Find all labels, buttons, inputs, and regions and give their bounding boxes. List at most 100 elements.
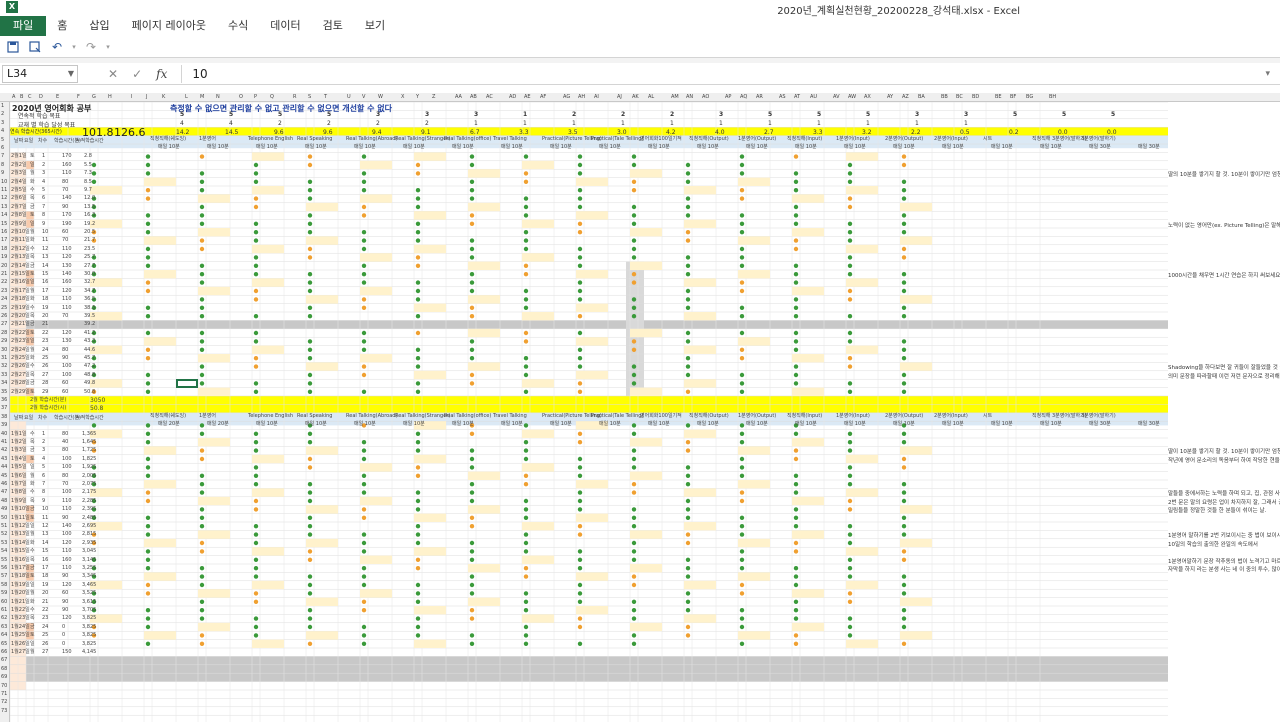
row-header-label[interactable]: 70 [1,683,7,689]
column-header-label[interactable]: BD [972,95,979,100]
column-header-label[interactable]: A [12,95,15,100]
row-header-label[interactable]: 10 [1,179,7,185]
column-header-label[interactable]: Q [270,95,274,100]
tab-page-layout[interactable]: 페이지 레이아웃 [121,16,217,36]
row-header-label[interactable]: 64 [1,633,7,638]
cell-grid[interactable] [10,102,1168,722]
column-header-label[interactable]: AS [779,95,786,100]
column-header-label[interactable]: J [146,95,147,100]
column-header-label[interactable]: AL [648,95,654,100]
row-header-label[interactable]: 71 [1,692,7,697]
chevron-down-icon[interactable]: ▼ [68,66,74,82]
row-header-label[interactable]: 54 [1,549,7,554]
column-header-label[interactable]: AT [794,95,800,100]
row-header-label[interactable]: 3 [1,120,4,126]
row-header-label[interactable]: 21 [1,272,7,277]
column-header-label[interactable]: AU [810,95,817,100]
expand-formula-icon[interactable]: ▾ [1265,69,1270,79]
row-header-label[interactable]: 17 [1,238,7,243]
column-header-label[interactable]: H [108,95,112,100]
tab-home[interactable]: 홈 [46,16,78,36]
column-header-label[interactable]: AO [702,95,709,100]
row-header-label[interactable]: 42 [1,448,7,453]
row-header-label[interactable]: 26 [1,314,7,319]
row-header-label[interactable]: 46 [1,482,7,487]
undo-icon[interactable]: ↶ [48,38,66,56]
row-header-label[interactable]: 6 [1,146,4,151]
save-icon[interactable] [4,38,22,56]
row-header-label[interactable]: 61 [1,608,7,613]
column-header-label[interactable]: BE [995,95,1002,100]
column-header-label[interactable]: AP [725,95,731,100]
row-header-label[interactable]: 43 [1,456,7,462]
row-header-label[interactable]: 56 [1,566,7,571]
column-header-label[interactable]: BC [956,95,963,100]
row-header-label[interactable]: 28 [1,330,7,336]
column-header-label[interactable]: S [308,95,311,100]
column-header-label[interactable]: P [254,95,257,100]
row-header-label[interactable]: 36 [1,398,7,403]
enter-icon[interactable]: ✓ [132,67,142,81]
row-header-label[interactable]: 59 [1,591,7,596]
redo-icon[interactable]: ↷ [82,38,100,56]
column-header-label[interactable]: AY [887,95,893,100]
column-header-label[interactable]: G [92,95,96,100]
column-header-label[interactable]: B [20,95,23,100]
column-header-label[interactable]: AZ [902,95,909,100]
row-header-label[interactable]: 19 [1,255,7,260]
column-header-label[interactable]: AM [671,95,679,100]
column-header-label[interactable]: AH [578,95,585,100]
insert-function-icon[interactable]: fx [156,67,167,81]
tab-insert[interactable]: 삽입 [78,16,120,36]
save-as-icon[interactable] [26,38,44,56]
column-header-label[interactable]: AQ [740,95,747,100]
row-header-label[interactable]: 65 [1,641,7,647]
row-header-label[interactable]: 53 [1,540,7,546]
row-header-label[interactable]: 60 [1,599,7,605]
column-headers[interactable]: A B C D E F G H I J K L M N O P Q R S T U V W X Y Z AA AB AC AD AE AF AG… [0,93,1280,102]
tab-data[interactable]: 데이터 [259,16,311,36]
row-header-label[interactable]: 2 [1,112,4,117]
column-header-label[interactable]: BF [1010,95,1016,100]
row-header-label[interactable]: 32 [1,364,7,369]
row-header-label[interactable]: 68 [1,666,7,672]
tab-review[interactable]: 검토 [312,16,354,36]
row-header-label[interactable]: 14 [1,213,7,218]
column-header-label[interactable]: C [28,95,32,100]
column-header-label[interactable]: U [347,95,351,100]
row-headers[interactable]: 1 2 3 4 5 6 7 8 9 10 11 12 13 14 15 16 17 18 19 20 21 22 23 24 2… [0,102,10,722]
worksheet[interactable]: A B C D E F G H I J K L M N O P Q R S T U V W X Y Z AA AB AC AD AE AF AG… [0,93,1280,722]
row-header-label[interactable]: 27 [1,322,7,327]
row-header-label[interactable]: 67 [1,658,7,663]
row-header-label[interactable]: 52 [1,532,7,537]
row-header-label[interactable]: 31 [1,356,7,361]
column-header-label[interactable]: I [131,95,132,100]
column-header-label[interactable]: BH [1049,95,1056,100]
selected-cell[interactable] [176,379,198,388]
row-header-label[interactable]: 66 [1,650,7,655]
column-header-label[interactable]: R [293,95,296,100]
row-header-label[interactable]: 69 [1,675,7,680]
column-header-label[interactable]: AG [563,95,570,100]
row-header-label[interactable]: 1 [1,104,4,109]
row-header-label[interactable]: 4 [1,129,4,134]
column-header-label[interactable]: N [216,95,220,100]
row-header-label[interactable]: 72 [1,700,7,705]
row-header-label[interactable]: 41 [1,440,7,445]
row-header-label[interactable]: 29 [1,339,7,344]
column-header-label[interactable]: BB [941,95,948,100]
cancel-icon[interactable]: ✕ [108,67,118,81]
row-header-label[interactable]: 11 [1,188,7,193]
row-header-label[interactable]: 47 [1,490,7,495]
tab-formulas[interactable]: 수식 [217,16,259,36]
row-header-label[interactable]: 13 [1,204,7,210]
column-header-label[interactable]: BG [1026,95,1033,100]
name-box[interactable]: L34 ▼ [2,64,78,83]
row-header-label[interactable]: 40 [1,431,7,437]
column-header-label[interactable]: F [77,95,80,100]
column-header-label[interactable]: AV [833,95,840,100]
row-header-label[interactable]: 38 [1,414,7,420]
row-header-label[interactable]: 57 [1,574,7,579]
row-header-label[interactable]: 50 [1,515,7,521]
row-header-label[interactable]: 30 [1,347,7,353]
